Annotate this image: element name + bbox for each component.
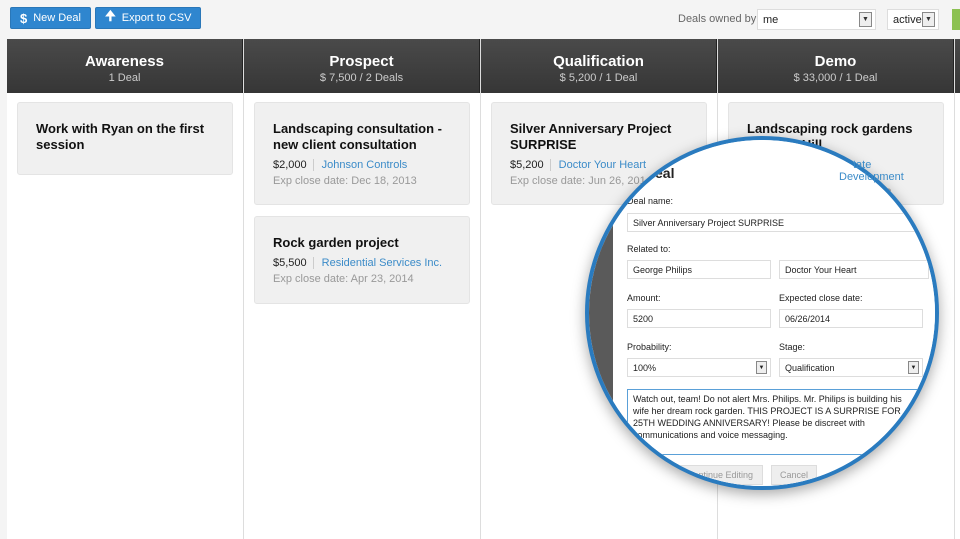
column-prospect: Prospect $ 7,500 / 2 Deals Landscaping co… xyxy=(244,39,481,539)
arrow-up-icon: 🠉 xyxy=(105,8,116,23)
notes-textarea[interactable]: Watch out, team! Do not alert Mrs. Phili… xyxy=(627,389,923,455)
deal-card[interactable]: Rock garden project $5,500 Residential Ser… xyxy=(254,216,470,304)
owner-select[interactable]: me ▼ xyxy=(757,9,876,30)
deal-card[interactable]: Work with Ryan on the first session xyxy=(17,102,233,175)
modal-overlay xyxy=(589,140,613,486)
export-csv-button[interactable]: 🠉 Export to CSV xyxy=(95,7,202,29)
save-button[interactable] xyxy=(643,465,669,485)
probability-select[interactable]: 100% ▼ xyxy=(627,358,771,377)
column-awareness: Awareness 1 Deal Work with Ryan on the fi… xyxy=(7,39,244,539)
magnifier: eal Deal name: Silver Anniversary Projec… xyxy=(585,136,939,490)
status-select[interactable]: active ▼ xyxy=(887,9,939,30)
owner-filter-label: Deals owned by xyxy=(678,13,757,25)
chevron-down-icon: ▼ xyxy=(756,361,767,374)
modal-title: eal xyxy=(655,165,675,181)
chevron-down-icon: ▼ xyxy=(908,361,919,374)
cancel-button[interactable]: Cancel xyxy=(771,465,817,485)
deal-card[interactable]: Landscaping consultation - new client co… xyxy=(254,102,470,205)
new-deal-button[interactable]: $ New Deal xyxy=(10,7,91,29)
chevron-down-icon: ▼ xyxy=(859,12,872,27)
chevron-down-icon: ▼ xyxy=(922,12,935,27)
deal-name-input[interactable]: Silver Anniversary Project SURPRISE xyxy=(627,213,935,232)
continue-editing-button[interactable]: Continue Editing xyxy=(677,465,763,485)
stage-select[interactable]: Qualification ▼ xyxy=(779,358,923,377)
edit-deal-modal: eal Deal name: Silver Anniversary Projec… xyxy=(613,140,935,486)
dollar-icon: $ xyxy=(20,10,28,26)
company-input[interactable]: Doctor Your Heart xyxy=(779,260,929,279)
company-link[interactable]: Johnson Controls xyxy=(312,159,408,171)
company-link[interactable]: Residential Services Inc. xyxy=(312,257,443,269)
add-button[interactable] xyxy=(952,9,960,30)
close-date-input[interactable]: 06/26/2014 xyxy=(779,309,923,328)
contact-input[interactable]: George Philips xyxy=(627,260,771,279)
amount-input[interactable]: 5200 xyxy=(627,309,771,328)
